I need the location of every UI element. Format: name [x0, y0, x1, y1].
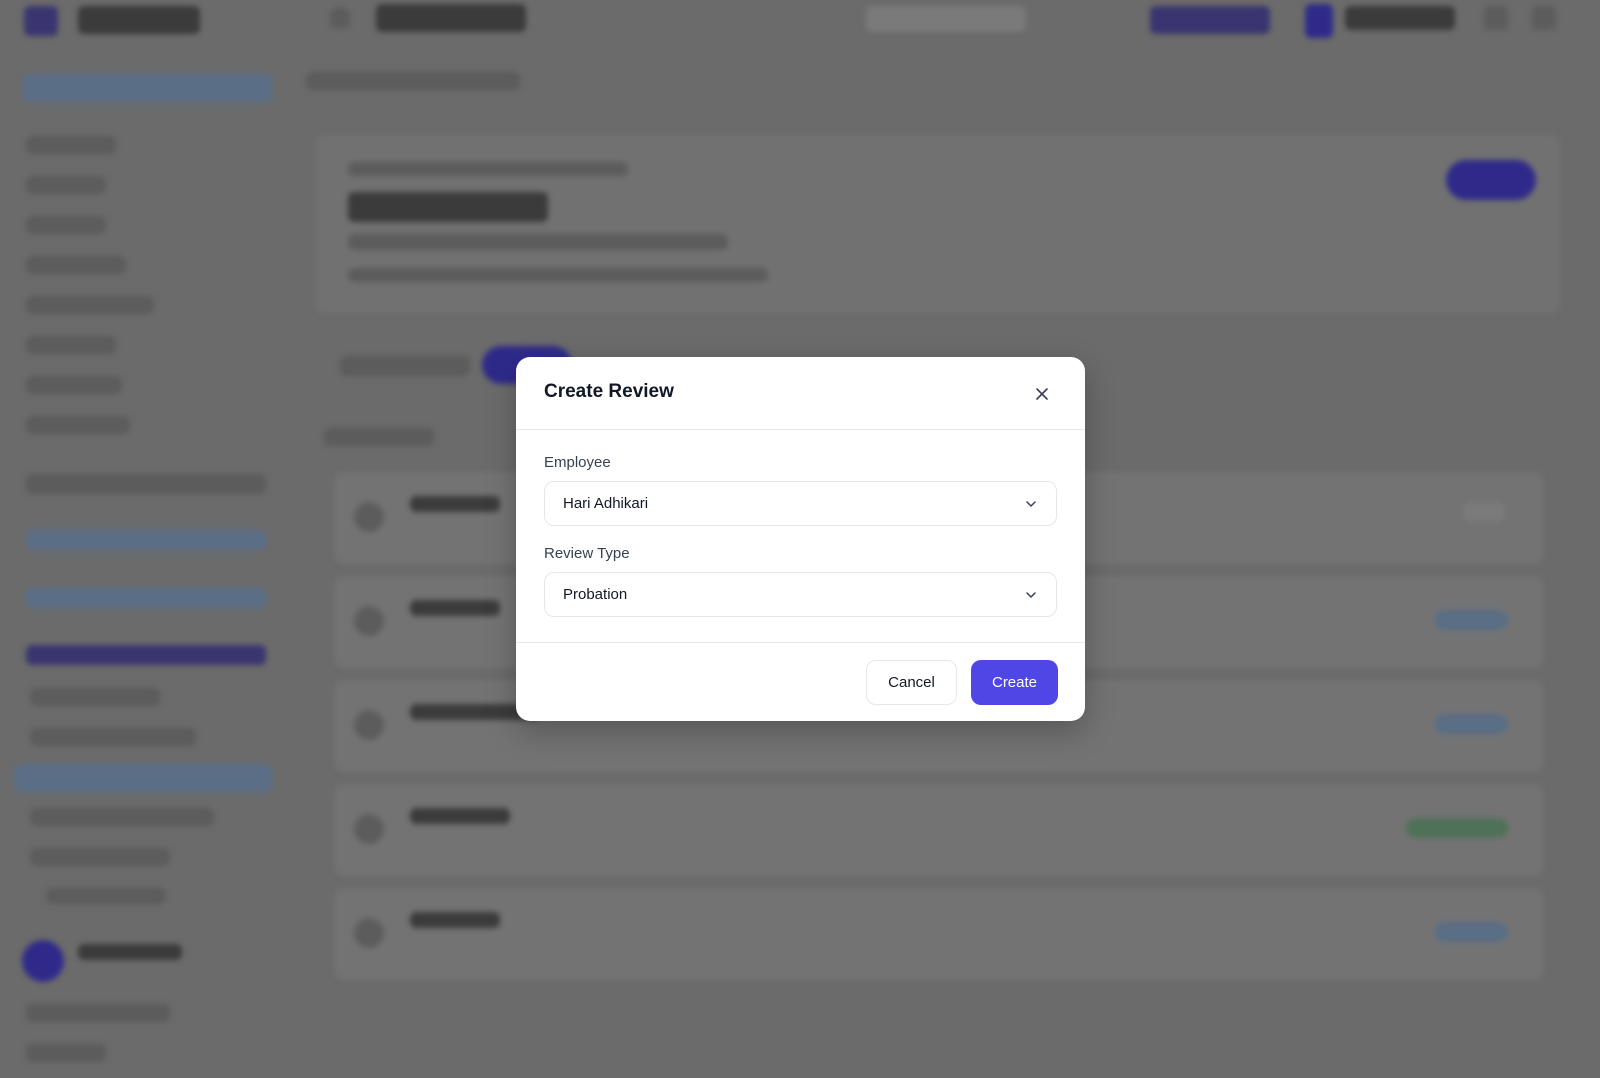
settings-icon — [1532, 6, 1556, 30]
dialog-footer: Cancel Create — [516, 643, 1085, 720]
sidebar-item — [26, 416, 130, 434]
sidebar-org-select — [22, 74, 272, 102]
app-logo — [24, 6, 58, 36]
sidebar-item — [26, 1004, 170, 1022]
filter-label — [340, 356, 470, 376]
tab — [324, 428, 434, 446]
sidebar-group — [26, 530, 266, 550]
sidebar-group — [26, 588, 266, 608]
sidebar-item — [30, 688, 160, 706]
sidebar-item — [46, 888, 166, 904]
sidebar-item — [30, 728, 196, 746]
header-tags — [348, 268, 768, 282]
header-meta — [348, 162, 628, 176]
page-header-card — [316, 134, 1560, 314]
create-review-dialog: Create Review Employee Hari Adhikari Rev… — [516, 357, 1085, 721]
dialog-body: Employee Hari Adhikari Review Type Proba… — [516, 430, 1085, 643]
page-title-placeholder — [348, 192, 548, 222]
user-name-placeholder — [1345, 6, 1455, 30]
sidebar-item — [26, 376, 122, 394]
sidebar-item — [30, 808, 214, 826]
app-name-placeholder — [78, 6, 200, 34]
sidebar-group — [26, 474, 266, 494]
chevron-down-icon — [1026, 500, 1036, 507]
user-name-placeholder — [78, 944, 182, 960]
top-badge — [1150, 6, 1270, 34]
sidebar-item — [26, 256, 126, 274]
page-subtitle-placeholder — [348, 234, 728, 250]
user-avatar-top — [1305, 4, 1333, 38]
create-button[interactable]: Create — [971, 660, 1058, 705]
cancel-button[interactable]: Cancel — [866, 660, 957, 705]
sidebar-item-active — [14, 764, 272, 792]
menu-icon — [330, 8, 350, 28]
bell-icon — [1484, 6, 1508, 30]
top-bar — [0, 0, 1600, 40]
sidebar-item — [30, 848, 170, 866]
top-segment — [866, 6, 1026, 32]
sidebar-item — [26, 216, 106, 234]
header-action-button — [1446, 160, 1536, 200]
review-type-select[interactable]: Probation — [544, 572, 1057, 617]
sidebar-item — [26, 336, 116, 354]
sidebar-item — [26, 176, 106, 194]
close-button[interactable] — [1027, 379, 1057, 409]
chevron-down-icon — [1026, 591, 1036, 598]
dialog-title: Create Review — [544, 381, 674, 402]
table-row — [334, 888, 1544, 980]
user-avatar — [22, 940, 64, 982]
employee-select-value: Hari Adhikari — [563, 495, 649, 512]
employee-select[interactable]: Hari Adhikari — [544, 481, 1057, 526]
sidebar-item — [26, 1044, 106, 1062]
breadcrumb — [306, 72, 520, 90]
table-row — [334, 784, 1544, 876]
search-placeholder — [376, 4, 526, 32]
sidebar-item — [26, 296, 154, 314]
sidebar-group-active — [26, 645, 266, 665]
sidebar-item — [26, 136, 116, 154]
review-type-select-value: Probation — [563, 586, 628, 603]
employee-label: Employee — [544, 454, 611, 471]
review-type-label: Review Type — [544, 545, 630, 562]
close-icon — [1036, 388, 1048, 400]
dialog-header: Create Review — [516, 357, 1085, 430]
